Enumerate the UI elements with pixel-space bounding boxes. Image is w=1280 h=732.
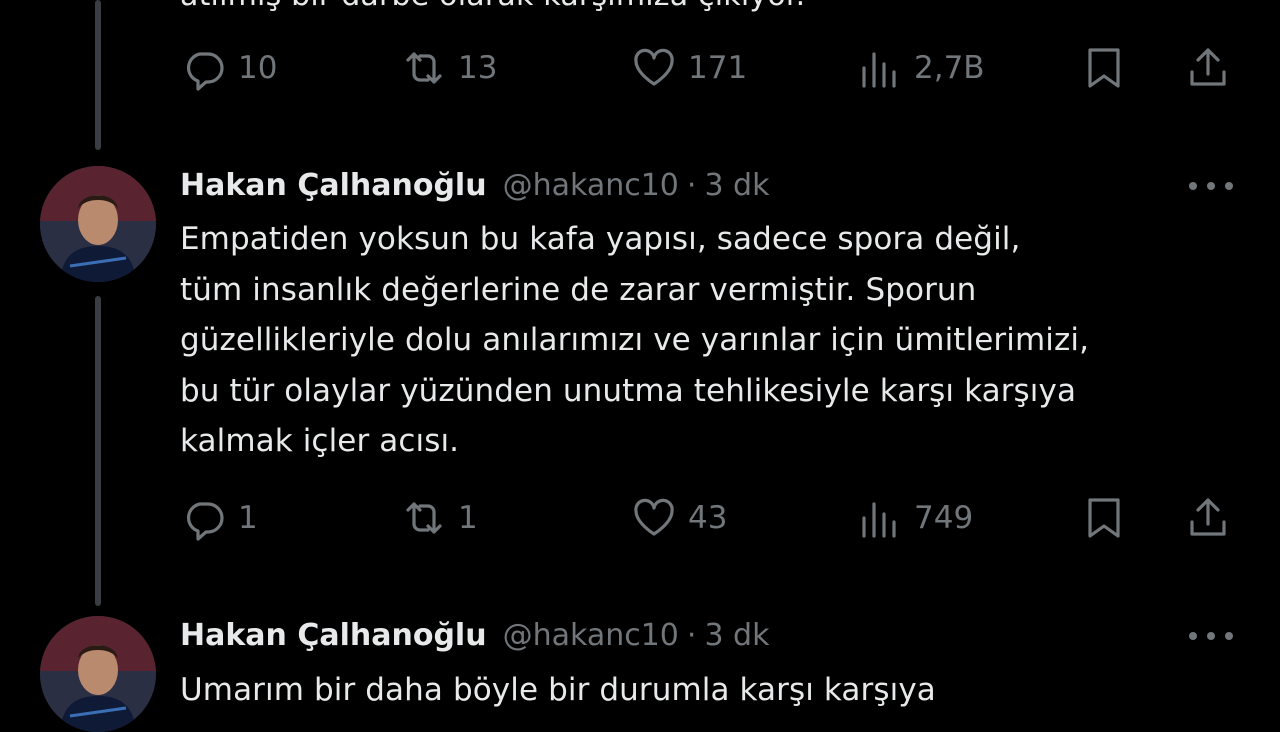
retweet-count: 13: [458, 50, 498, 86]
separator: ·: [686, 617, 697, 653]
retweet-icon: [406, 52, 442, 84]
separator: ·: [686, 167, 697, 203]
avatar[interactable]: [40, 616, 156, 732]
views-count: 2,7B: [914, 50, 985, 86]
tweet-text: Empatiden yoksun bu kafa yapısı, sadece …: [180, 221, 1090, 459]
bookmark-button[interactable]: [1080, 43, 1128, 93]
user-handle[interactable]: @hakanc10: [503, 618, 679, 653]
views-count: 749: [914, 500, 974, 536]
views-icon: [862, 502, 896, 538]
like-button[interactable]: 171: [630, 43, 747, 93]
share-button[interactable]: [1184, 493, 1232, 543]
timestamp[interactable]: 3 dk: [704, 618, 769, 653]
bookmark-icon: [1088, 498, 1120, 538]
retweet-button[interactable]: 1: [400, 493, 478, 543]
reply-icon: [187, 52, 224, 91]
share-button[interactable]: [1184, 43, 1232, 93]
like-count: 43: [688, 500, 728, 536]
timestamp[interactable]: 3 dk: [704, 168, 769, 203]
views-button[interactable]: 2,7B: [856, 43, 985, 93]
reply-count: 1: [238, 500, 258, 536]
views-button[interactable]: 749: [856, 493, 973, 543]
display-name[interactable]: Hakan Çalhanoğlu: [180, 168, 487, 203]
tweet-text: Umarım bir daha böyle bir durumla karşı …: [180, 672, 936, 708]
reply-button[interactable]: 10: [180, 43, 277, 93]
tweet-actions: 1 1 43 749: [180, 493, 1240, 543]
retweet-icon: [406, 502, 442, 534]
thread-line-top: [95, 0, 101, 150]
more-button[interactable]: [1186, 176, 1236, 196]
display-name[interactable]: Hakan Çalhanoğlu: [180, 618, 487, 653]
tweet-actions-top: 10 13 171 2,7B: [180, 43, 1240, 93]
tweet-text-partial: atılmış bir darbe olarak karşımıza çıkıy…: [180, 0, 805, 13]
heart-icon: [634, 498, 674, 536]
like-count: 171: [688, 50, 748, 86]
retweet-button[interactable]: 13: [400, 43, 497, 93]
bookmark-icon: [1088, 48, 1120, 88]
user-handle[interactable]: @hakanc10: [503, 168, 679, 203]
reply-count: 10: [238, 50, 278, 86]
more-icon: [1189, 632, 1233, 640]
share-icon: [1190, 48, 1226, 86]
avatar-image: [40, 166, 156, 282]
heart-icon: [634, 48, 674, 86]
more-button[interactable]: [1186, 626, 1236, 646]
views-icon: [862, 52, 896, 88]
bookmark-button[interactable]: [1080, 493, 1128, 543]
avatar[interactable]: [40, 166, 156, 282]
thread-line-middle: [95, 296, 101, 606]
reply-button[interactable]: 1: [180, 493, 258, 543]
tweet-header: Hakan Çalhanoğlu @hakanc10 · 3 dk: [180, 615, 769, 655]
more-icon: [1189, 182, 1233, 190]
avatar-image: [40, 616, 156, 732]
tweet-header: Hakan Çalhanoğlu @hakanc10 · 3 dk: [180, 165, 769, 205]
reply-icon: [187, 502, 224, 541]
share-icon: [1190, 498, 1226, 536]
like-button[interactable]: 43: [630, 493, 727, 543]
retweet-count: 1: [458, 500, 478, 536]
